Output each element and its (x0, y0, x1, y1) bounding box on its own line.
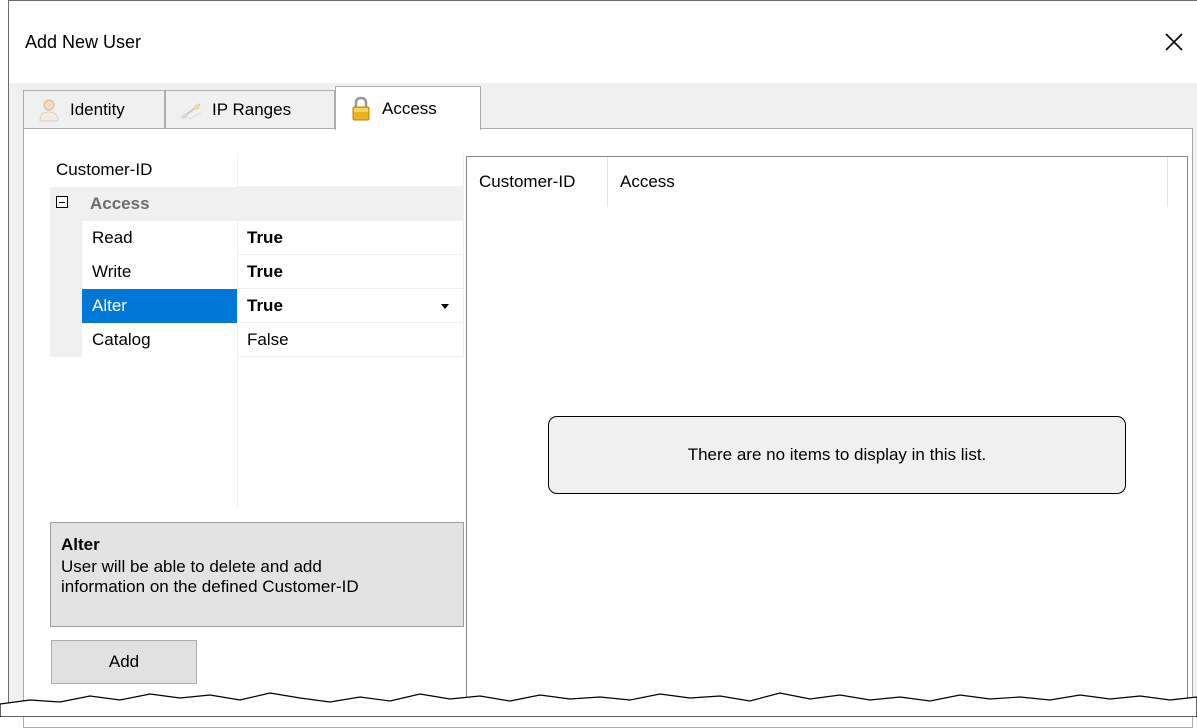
property-row-write[interactable]: Write True (50, 255, 464, 289)
add-button[interactable]: Add (51, 640, 197, 684)
property-value-text: True (247, 295, 283, 315)
torn-edge-decoration (0, 692, 1197, 717)
property-name: Alter (82, 289, 237, 323)
property-row-catalog[interactable]: Catalog False (50, 323, 464, 357)
close-button[interactable] (1151, 19, 1197, 65)
dropdown-arrow-icon[interactable] (441, 304, 449, 309)
property-value[interactable]: False (238, 323, 464, 357)
tab-strip: Identity IP Ranges Access (23, 86, 1183, 130)
property-row-read[interactable]: Read True (50, 221, 464, 255)
property-name: Write (92, 262, 132, 281)
tab-label: Access (382, 98, 437, 118)
person-icon (34, 97, 64, 123)
access-tab-page: Customer-ID Access Read True Write True … (23, 128, 1193, 728)
network-icon (176, 97, 206, 123)
tab-label: Identity (70, 99, 125, 119)
title-bar: Add New User (9, 1, 1197, 83)
property-row-customer-id[interactable]: Customer-ID (50, 153, 464, 187)
empty-list-message: There are no items to display in this li… (548, 416, 1126, 494)
column-header-access[interactable]: Access (608, 157, 1168, 207)
tab-access[interactable]: Access (335, 86, 481, 130)
list-header: Customer-ID Access (467, 157, 1187, 209)
property-value[interactable] (238, 153, 464, 187)
tab-ip-ranges[interactable]: IP Ranges (165, 90, 335, 128)
dialog-title: Add New User (25, 32, 142, 52)
add-new-user-dialog: Add New User Identity IP Ranges Access C… (8, 0, 1197, 728)
property-row-alter[interactable]: Alter True (50, 289, 464, 323)
property-value[interactable]: True (238, 289, 464, 323)
row-margin (50, 323, 82, 357)
row-margin (50, 221, 82, 255)
property-value[interactable]: True (238, 255, 464, 289)
category-row-access[interactable]: Access (50, 187, 464, 221)
help-title: Alter (61, 535, 100, 554)
property-help-panel: Alter User will be able to delete and ad… (50, 522, 464, 627)
row-margin (50, 255, 82, 289)
category-name: Access (90, 194, 150, 213)
help-description: User will be able to delete and add info… (61, 557, 359, 596)
close-icon (1165, 33, 1183, 51)
property-value[interactable]: True (238, 221, 464, 255)
tab-label: IP Ranges (212, 99, 292, 119)
lock-icon (346, 96, 376, 122)
property-name: Catalog (92, 330, 151, 349)
access-list-view[interactable]: Customer-ID Access There are no items to… (466, 156, 1188, 706)
property-grid[interactable]: Customer-ID Access Read True Write True … (50, 153, 464, 508)
collapse-icon[interactable] (56, 196, 68, 208)
row-margin (50, 289, 82, 323)
property-name: Read (92, 228, 133, 247)
column-header-customer-id[interactable]: Customer-ID (467, 157, 608, 207)
tab-identity[interactable]: Identity (23, 90, 165, 128)
property-name: Customer-ID (56, 160, 153, 179)
